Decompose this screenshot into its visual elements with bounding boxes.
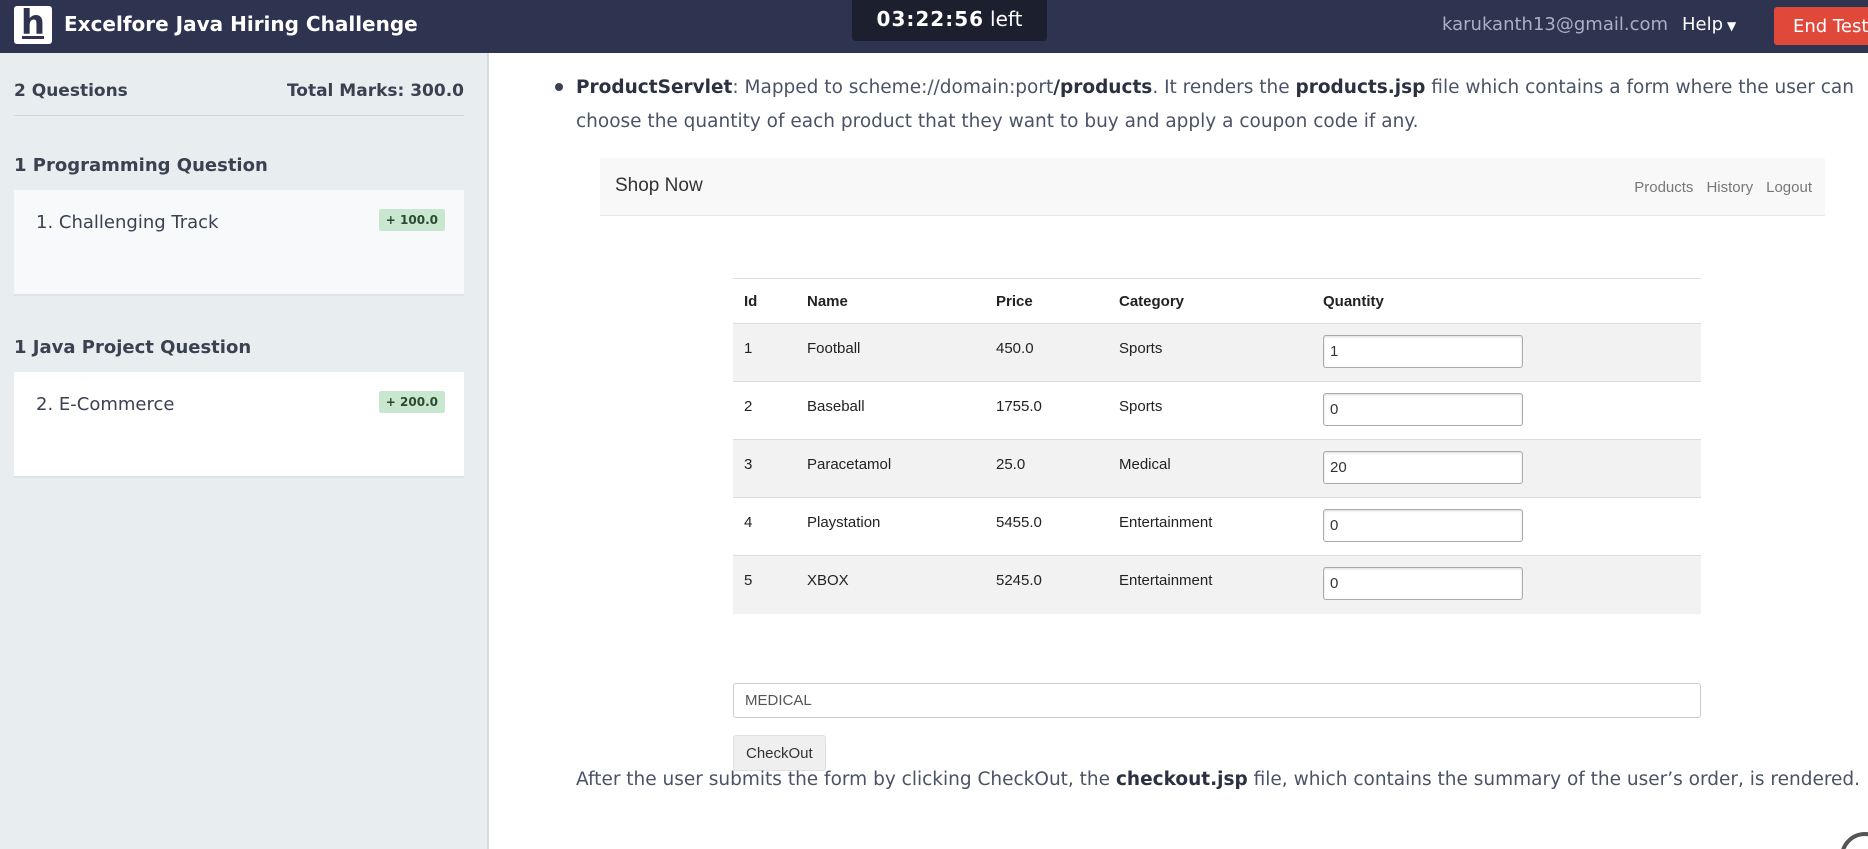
question-sidebar: 2 Questions Total Marks: 300.0 1 Program… xyxy=(0,53,489,849)
countdown-timer: 03:22:56 left xyxy=(852,0,1047,41)
question-name: 2. E-Commerce xyxy=(36,394,175,415)
cell-id: 4 xyxy=(733,497,796,556)
user-email[interactable]: karukanth13@gmail.com xyxy=(1442,14,1668,35)
timer-suffix: left xyxy=(990,7,1023,31)
section-title-java-project: 1 Java Project Question xyxy=(14,337,252,358)
total-marks: Total Marks: 300.0 xyxy=(286,81,464,101)
shop-nav-links: Products History Logout xyxy=(1621,179,1812,196)
cell-id: 5 xyxy=(733,555,796,614)
cell-name: XBOX xyxy=(796,555,985,614)
nav-link-logout[interactable]: Logout xyxy=(1766,179,1812,196)
question-item-challenging-track[interactable]: 1. Challenging Track + 100.0 xyxy=(14,190,464,296)
shop-brand[interactable]: Shop Now xyxy=(615,175,703,197)
challenge-title: Excelfore Java Hiring Challenge xyxy=(64,12,418,36)
quantity-input[interactable] xyxy=(1323,451,1523,484)
servlet-description: ProductServlet: Mapped to scheme://domai… xyxy=(576,71,1866,139)
cell-category: Entertainment xyxy=(1108,497,1312,556)
cell-price: 450.0 xyxy=(985,323,1108,382)
timer-value: 03:22:56 xyxy=(876,7,985,31)
cell-price: 5245.0 xyxy=(985,555,1108,614)
cell-quantity xyxy=(1312,439,1701,498)
cell-quantity xyxy=(1312,323,1701,382)
description-text: . It renders the xyxy=(1152,77,1296,98)
nav-link-products[interactable]: Products xyxy=(1634,179,1693,196)
cell-price: 1755.0 xyxy=(985,381,1108,440)
cell-name: Paracetamol xyxy=(796,439,985,498)
bullet-icon xyxy=(555,83,563,91)
column-header-name: Name xyxy=(796,278,985,324)
top-bar: h Excelfore Java Hiring Challenge 03:22:… xyxy=(0,0,1868,53)
jsp-name: products.jsp xyxy=(1295,77,1426,98)
quantity-input[interactable] xyxy=(1323,393,1523,426)
table-row: 2 Baseball 1755.0 Sports xyxy=(733,381,1701,440)
coupon-code-input[interactable] xyxy=(733,683,1701,718)
shop-navbar: Shop Now Products History Logout xyxy=(600,158,1825,216)
cell-id: 1 xyxy=(733,323,796,382)
help-label: Help xyxy=(1682,14,1724,35)
cell-id: 3 xyxy=(733,439,796,498)
sidebar-summary: 2 Questions Total Marks: 300.0 xyxy=(14,81,464,101)
cell-quantity xyxy=(1312,381,1701,440)
cell-quantity xyxy=(1312,497,1701,556)
table-row: 5 XBOX 5245.0 Entertainment xyxy=(733,555,1701,614)
quantity-input[interactable] xyxy=(1323,567,1523,600)
servlet-name: ProductServlet xyxy=(576,77,733,98)
cell-category: Medical xyxy=(1108,439,1312,498)
cell-price: 5455.0 xyxy=(985,497,1108,556)
cell-price: 25.0 xyxy=(985,439,1108,498)
cell-name: Baseball xyxy=(796,381,985,440)
table-row: 1 Football 450.0 Sports xyxy=(733,323,1701,382)
marks-badge: + 100.0 xyxy=(378,209,445,231)
cell-category: Sports xyxy=(1108,323,1312,382)
question-count: 2 Questions xyxy=(14,81,128,101)
column-header-price: Price xyxy=(985,278,1108,324)
cell-category: Sports xyxy=(1108,381,1312,440)
section-title-programming: 1 Programming Question xyxy=(14,155,268,176)
shop-screenshot: Shop Now Products History Logout Id Name P… xyxy=(600,158,1825,771)
table-row: 4 Playstation 5455.0 Entertainment xyxy=(733,497,1701,556)
checkout-description: After the user submits the form by click… xyxy=(576,763,1866,797)
end-test-button[interactable]: End Test xyxy=(1774,7,1868,45)
question-item-e-commerce[interactable]: 2. E-Commerce + 200.0 xyxy=(14,372,464,478)
description-text: : Mapped to scheme://domain:port xyxy=(732,77,1054,98)
quantity-input[interactable] xyxy=(1323,335,1523,368)
cell-category: Entertainment xyxy=(1108,555,1312,614)
question-name: 1. Challenging Track xyxy=(36,212,219,233)
description-text: file, which contains the summary of the … xyxy=(1247,769,1861,790)
jsp-name: checkout.jsp xyxy=(1115,769,1248,790)
marks-badge: + 200.0 xyxy=(378,391,445,413)
column-header-quantity: Quantity xyxy=(1312,278,1701,324)
table-row: 3 Paracetamol 25.0 Medical xyxy=(733,439,1701,498)
cell-quantity xyxy=(1312,555,1701,614)
hackerearth-logo[interactable]: h xyxy=(14,4,52,44)
cell-name: Football xyxy=(796,323,985,382)
column-header-category: Category xyxy=(1108,278,1312,324)
cell-id: 2 xyxy=(733,381,796,440)
help-menu[interactable]: Help ▼ xyxy=(1682,14,1736,35)
table-header-row: Id Name Price Category Quantity xyxy=(733,278,1701,324)
sidebar-divider xyxy=(14,115,464,116)
column-header-id: Id xyxy=(733,278,796,324)
caret-down-icon: ▼ xyxy=(1727,19,1737,33)
nav-link-history[interactable]: History xyxy=(1706,179,1753,196)
products-table: Id Name Price Category Quantity 1 Footba… xyxy=(733,278,1701,614)
servlet-path: /products xyxy=(1053,77,1153,98)
cell-name: Playstation xyxy=(796,497,985,556)
problem-statement: ProductServlet: Mapped to scheme://domai… xyxy=(489,53,1868,849)
logo-underline xyxy=(22,36,44,39)
quantity-input[interactable] xyxy=(1323,509,1523,542)
description-text: After the user submits the form by click… xyxy=(576,769,1116,790)
